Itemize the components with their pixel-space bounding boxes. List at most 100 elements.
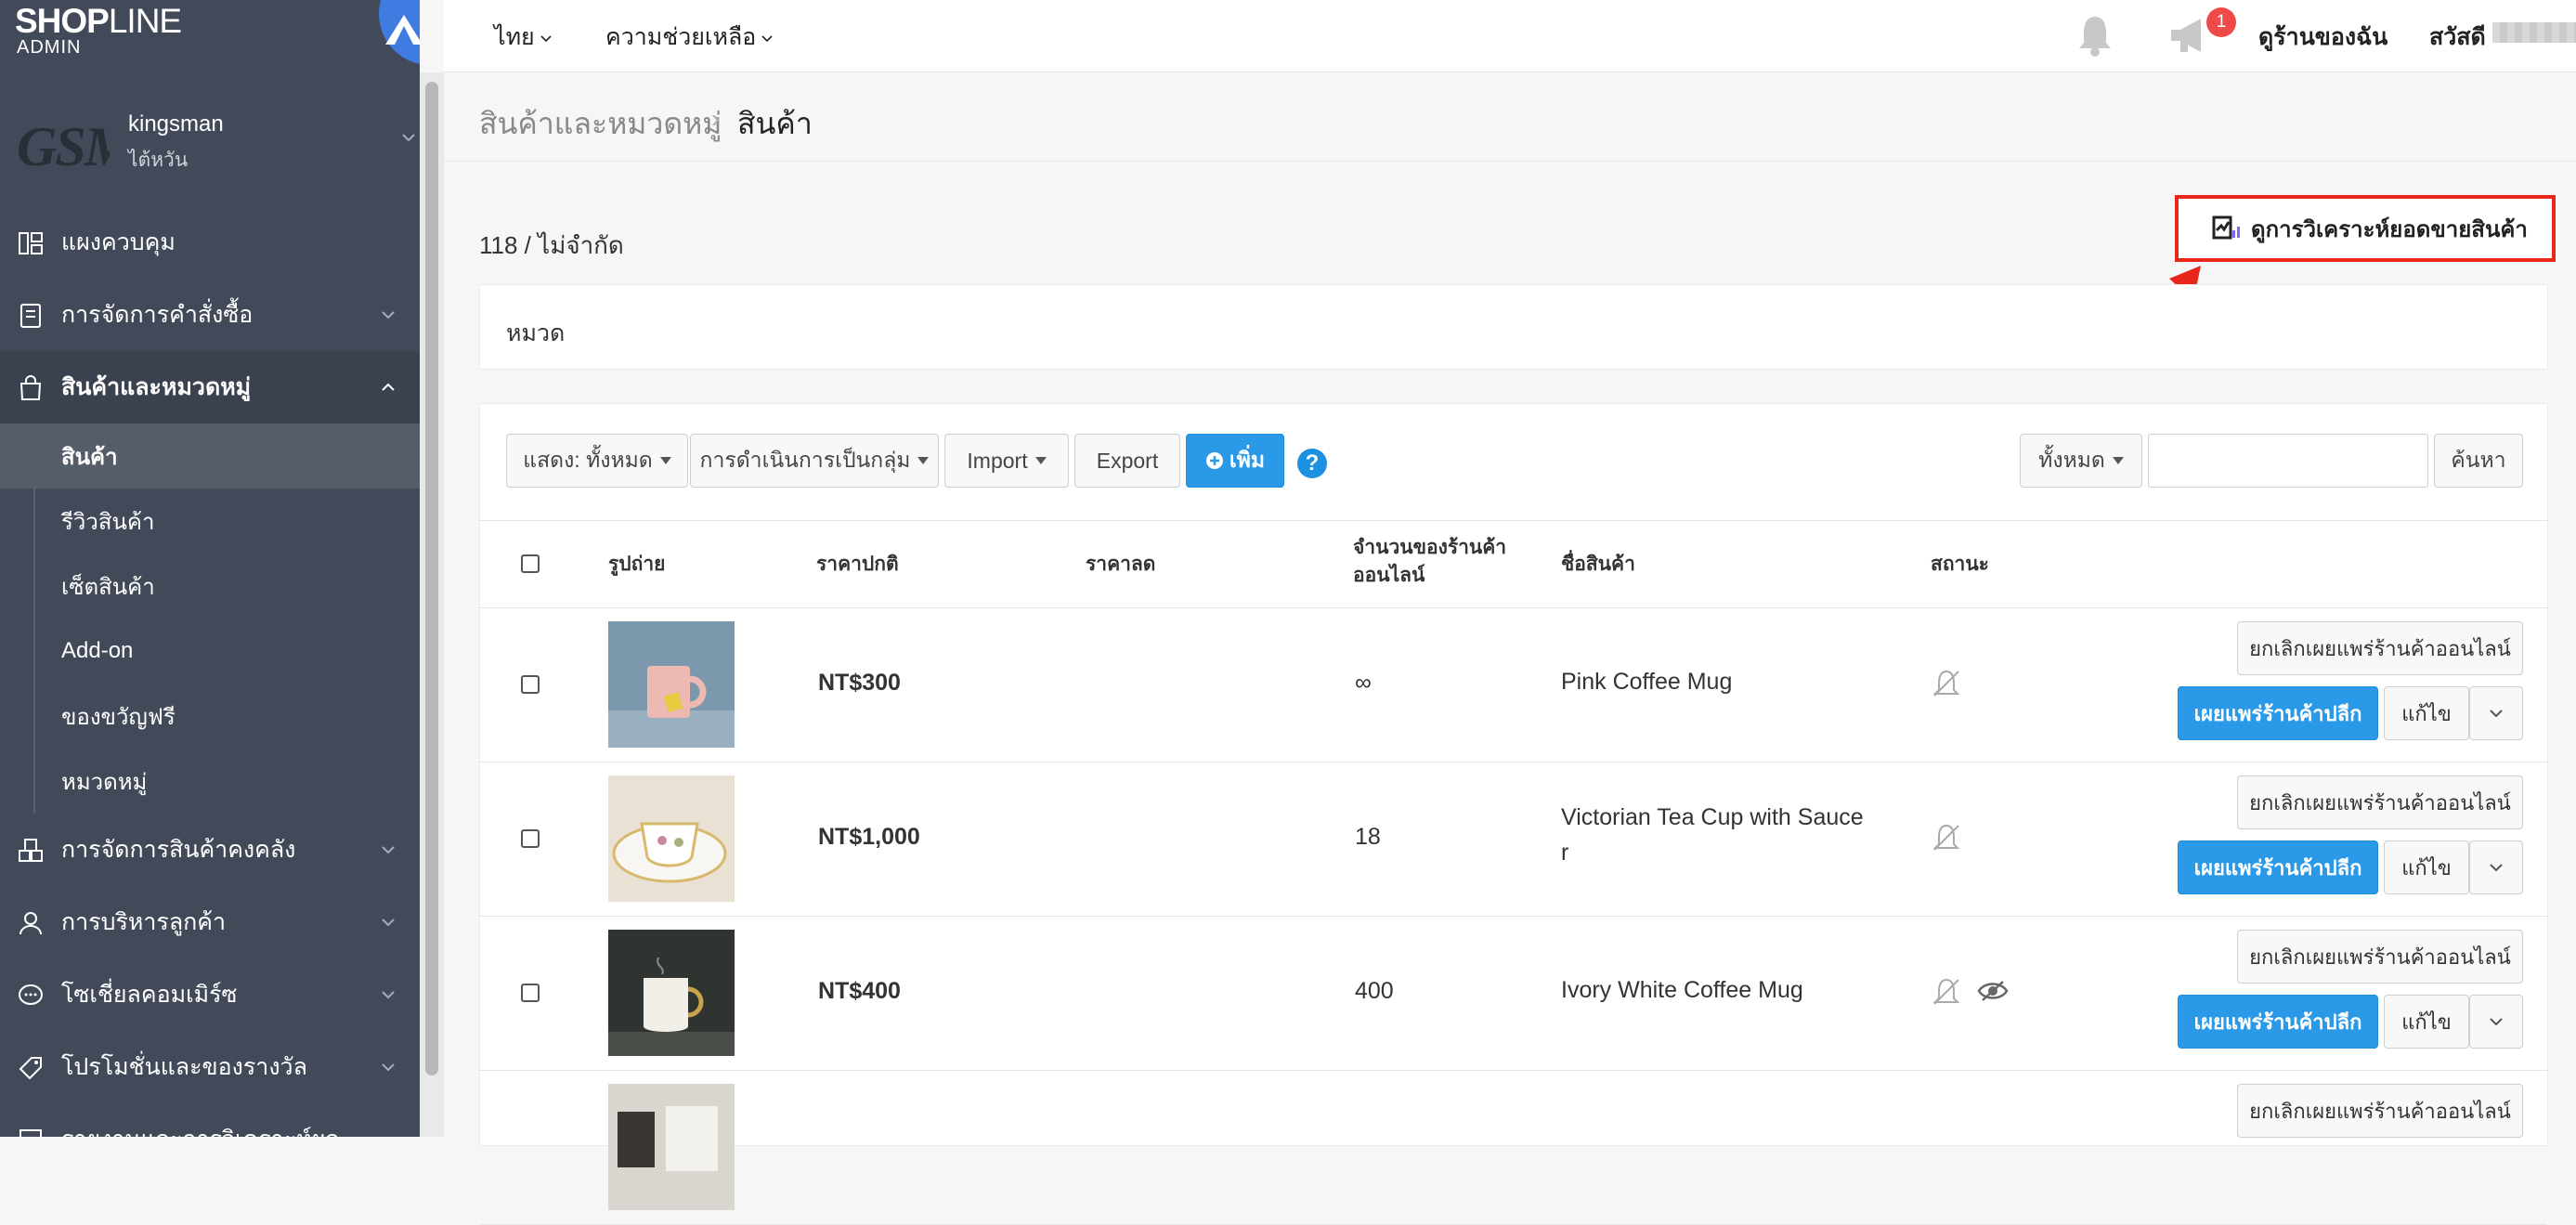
product-stock: ∞ [1355, 670, 1372, 696]
sidebar-submenu: สินค้า รีวิวสินค้า เซ็ตสินค้า Add-on ของ… [0, 424, 420, 814]
row-checkbox[interactable] [521, 675, 540, 694]
show-filter-dropdown[interactable]: แสดง: ทั้งหมด [506, 434, 688, 488]
publish-retail-button[interactable]: เผยแพร่ร้านค้าปลีก [2178, 995, 2378, 1049]
search-input[interactable] [2148, 434, 2428, 488]
edit-button[interactable]: แก้ไข [2384, 995, 2469, 1049]
view-sales-analysis-button[interactable]: ดูการวิเคราะห์ยอดขายสินค้า [2175, 195, 2556, 262]
language-label: ไทย [494, 24, 535, 50]
product-name[interactable]: Ivory White Coffee Mug [1561, 972, 1886, 1008]
edit-button[interactable]: แก้ไข [2384, 841, 2469, 894]
publish-retail-button[interactable]: เผยแพร่ร้านค้าปลีก [2178, 841, 2378, 894]
sidebar-item-customers[interactable]: การบริหารลูกค้า [0, 886, 420, 958]
unpublish-online-button[interactable]: ยกเลิกเผยแพร่ร้านค้าออนไลน์ [2237, 930, 2523, 984]
more-actions-button[interactable] [2469, 995, 2523, 1049]
sidebar-item-products[interactable]: สินค้าและหมวดหมู่ [0, 351, 420, 424]
scroll-thumb[interactable] [425, 82, 438, 1075]
sidebar-subitem-free-gifts[interactable]: ของขวัญฟรี [0, 684, 420, 749]
category-panel: หมวด [479, 284, 2548, 370]
sidebar-item-orders[interactable]: การจัดการคำสั่งซื้อ [0, 279, 420, 351]
more-actions-button[interactable] [2469, 841, 2523, 894]
product-thumbnail-pink-mug[interactable] [608, 621, 735, 748]
sidebar-item-label: การจัดการสินค้าคงคลัง [61, 837, 296, 863]
sidebar-item-reports[interactable]: รายงานและการวิเคราะห์ผล [0, 1103, 420, 1137]
help-icon[interactable]: ? [1297, 449, 1327, 478]
table-header: รูปถ่าย ราคาปกติ ราคาลด จำนวนของร้านค้าอ… [480, 521, 2547, 608]
sidebar-subitem-product-sets[interactable]: เซ็ตสินค้า [0, 554, 420, 619]
bell-icon[interactable] [2075, 13, 2115, 58]
sidebar-item-dashboard[interactable]: แผงควบคุม [0, 206, 420, 279]
notification-off-icon [1932, 670, 1960, 697]
product-thumbnail-ivory-mug[interactable] [608, 930, 735, 1056]
sidebar-item-social-commerce[interactable]: โซเชี่ยลคอมเมิร์ซ [0, 958, 420, 1031]
product-thumbnail-partial[interactable] [608, 1084, 735, 1210]
column-photo: รูปถ่าย [608, 554, 666, 575]
sidebar-item-label: รายงานและการวิเคราะห์ผล [61, 1121, 340, 1137]
unpublish-online-button[interactable]: ยกเลิกเผยแพร่ร้านค้าออนไลน์ [2237, 621, 2523, 675]
caret-down-icon [659, 457, 671, 464]
search-button[interactable]: ค้นหา [2434, 434, 2523, 488]
breadcrumb-parent[interactable]: สินค้าและหมวดหมู่ [479, 100, 722, 148]
column-online-stock-line2: ออนไลน์ [1353, 565, 1425, 586]
product-thumbnail-tea-cup[interactable] [608, 775, 735, 902]
product-name[interactable]: Pink Coffee Mug [1561, 664, 1886, 699]
column-product-name[interactable]: ชื่อสินค้า [1561, 551, 1635, 579]
chevron-up-icon [382, 383, 395, 391]
report-icon [20, 1129, 42, 1137]
import-dropdown[interactable]: Import [944, 434, 1069, 488]
more-actions-button[interactable] [2469, 686, 2523, 740]
sidebar-subitem-products[interactable]: สินค้า [0, 424, 420, 489]
column-sale-price[interactable]: ราคาลด [1086, 551, 1155, 579]
help-label: ความช่วยเหลือ [605, 24, 757, 50]
store-switcher[interactable]: GSM kingsman ไต้หวัน [0, 97, 420, 189]
edit-button[interactable]: แก้ไข [2384, 686, 2469, 740]
notification-off-icon [1932, 978, 1960, 1005]
analysis-button-label: ดูการวิเคราะห์ยอดขายสินค้า [2251, 216, 2528, 242]
caret-down-icon [1034, 457, 1047, 464]
product-stock: 18 [1355, 824, 1381, 850]
breadcrumb-separator-icon: › [711, 104, 721, 133]
chevron-down-icon [382, 919, 395, 927]
sidebar-item-label: การจัดการคำสั่งซื้อ [61, 302, 254, 328]
sidebar-subitem-reviews[interactable]: รีวิวสินค้า [0, 489, 420, 554]
sidebar-subitem-categories[interactable]: หมวดหมู่ [0, 749, 420, 814]
shopline-logo[interactable]: SHOPLINE ADMIN [0, 0, 420, 72]
column-online-stock[interactable]: จำนวนของร้านค้า ออนไลน์ [1353, 534, 1506, 590]
unpublish-online-button[interactable]: ยกเลิกเผยแพร่ร้านค้าออนไลน์ [2237, 775, 2523, 829]
chevron-down-icon [382, 846, 395, 854]
eye-hidden-icon [1977, 981, 2009, 1001]
caret-down-icon [917, 457, 930, 464]
table-row: NT$1,000 18 Victorian Tea Cup with Sauce… [480, 762, 2547, 917]
add-product-button[interactable]: เพิ่ม [1186, 434, 1284, 488]
table-row: NT$400 400 Ivory White Coffee Mug ยกเลิก… [480, 917, 2547, 1071]
sidebar-subitem-addon[interactable]: Add-on [0, 619, 420, 684]
bulk-actions-dropdown[interactable]: การดำเนินการเป็นกลุ่ม [690, 434, 939, 488]
sidebar-item-inventory[interactable]: การจัดการสินค้าคงคลัง [0, 814, 420, 886]
column-price[interactable]: ราคาปกติ [816, 551, 899, 579]
user-menu[interactable]: สวัสดี [2429, 19, 2486, 56]
language-dropdown[interactable]: ไทย [494, 19, 552, 56]
chevron-down-icon [382, 991, 395, 999]
analytics-chart-icon [2212, 215, 2240, 240]
sidebar-scrollbar[interactable] [420, 72, 444, 1137]
help-dropdown[interactable]: ความช่วยเหลือ [605, 19, 773, 56]
publish-retail-button[interactable]: เผยแพร่ร้านค้าปลีก [2178, 686, 2378, 740]
search-filter-dropdown[interactable]: ทั้งหมด [2020, 434, 2142, 488]
add-label: เพิ่ม [1229, 448, 1266, 472]
row-checkbox[interactable] [521, 829, 540, 848]
show-filter-label: แสดง: ทั้งหมด [523, 448, 653, 472]
select-all-checkbox[interactable] [521, 554, 540, 573]
sidebar-item-label: แผงควบคุม [61, 229, 176, 255]
row-checkbox[interactable] [521, 984, 540, 1002]
notification-off-icon [1932, 824, 1960, 851]
product-name-line2: r [1561, 840, 1569, 866]
export-button[interactable]: Export [1074, 434, 1180, 488]
unpublish-online-button[interactable]: ยกเลิกเผยแพร่ร้านค้าออนไลน์ [2237, 1084, 2523, 1138]
sidebar-item-promotions[interactable]: โปรโมชั่นและของรางวัล [0, 1031, 420, 1103]
product-name[interactable]: Victorian Tea Cup with Sauce r [1561, 800, 1886, 870]
chevron-down-icon [382, 1063, 395, 1072]
import-label: Import [967, 448, 1028, 473]
table-row: NT$300 ∞ Pink Coffee Mug ยกเลิกเผยแพร่ร้… [480, 608, 2547, 762]
breadcrumb: สินค้าและหมวดหมู่ › สินค้า [444, 72, 2576, 162]
view-my-store-link[interactable]: ดูร้านของฉัน [2258, 19, 2387, 56]
chat-bubble-icon [19, 984, 43, 1005]
